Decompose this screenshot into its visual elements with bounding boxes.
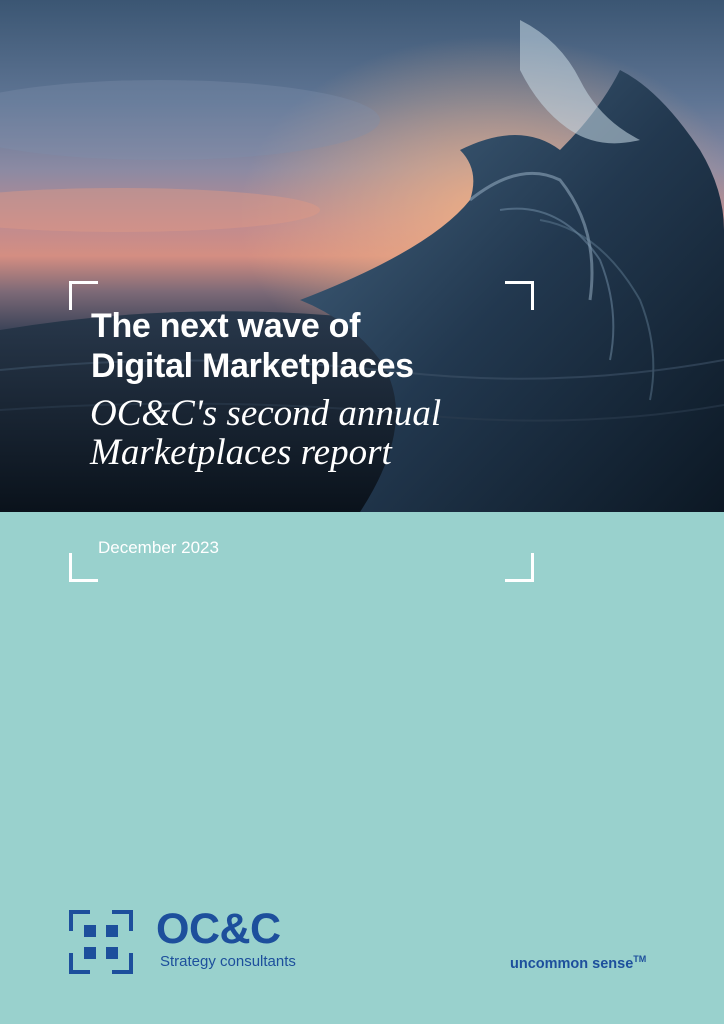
publication-date: December 2023 bbox=[98, 538, 219, 557]
report-title: The next wave of Digital Marketplaces bbox=[91, 306, 414, 386]
oc-c-square-grid-logo-icon bbox=[69, 910, 133, 974]
report-subtitle: OC&C's second annual Marketplaces report bbox=[90, 394, 441, 472]
frame-corner-bottom-left bbox=[69, 553, 98, 582]
brand-descriptor: Strategy consultants bbox=[160, 953, 296, 970]
trademark-mark: TM bbox=[633, 954, 647, 964]
frame-corner-bottom-right bbox=[505, 553, 534, 582]
report-subtitle-line-1: OC&C's second annual bbox=[90, 393, 442, 434]
report-subtitle-line-2: Marketplaces report bbox=[90, 432, 392, 473]
report-title-line-2: Digital Marketplaces bbox=[91, 347, 414, 385]
report-title-line-1: The next wave of bbox=[91, 307, 361, 345]
brand-tagline: uncommon senseTM bbox=[510, 954, 646, 972]
brand-name: OC&C bbox=[156, 905, 281, 953]
frame-corner-top-right bbox=[505, 281, 534, 310]
brand-tagline-text: uncommon sense bbox=[510, 955, 634, 972]
